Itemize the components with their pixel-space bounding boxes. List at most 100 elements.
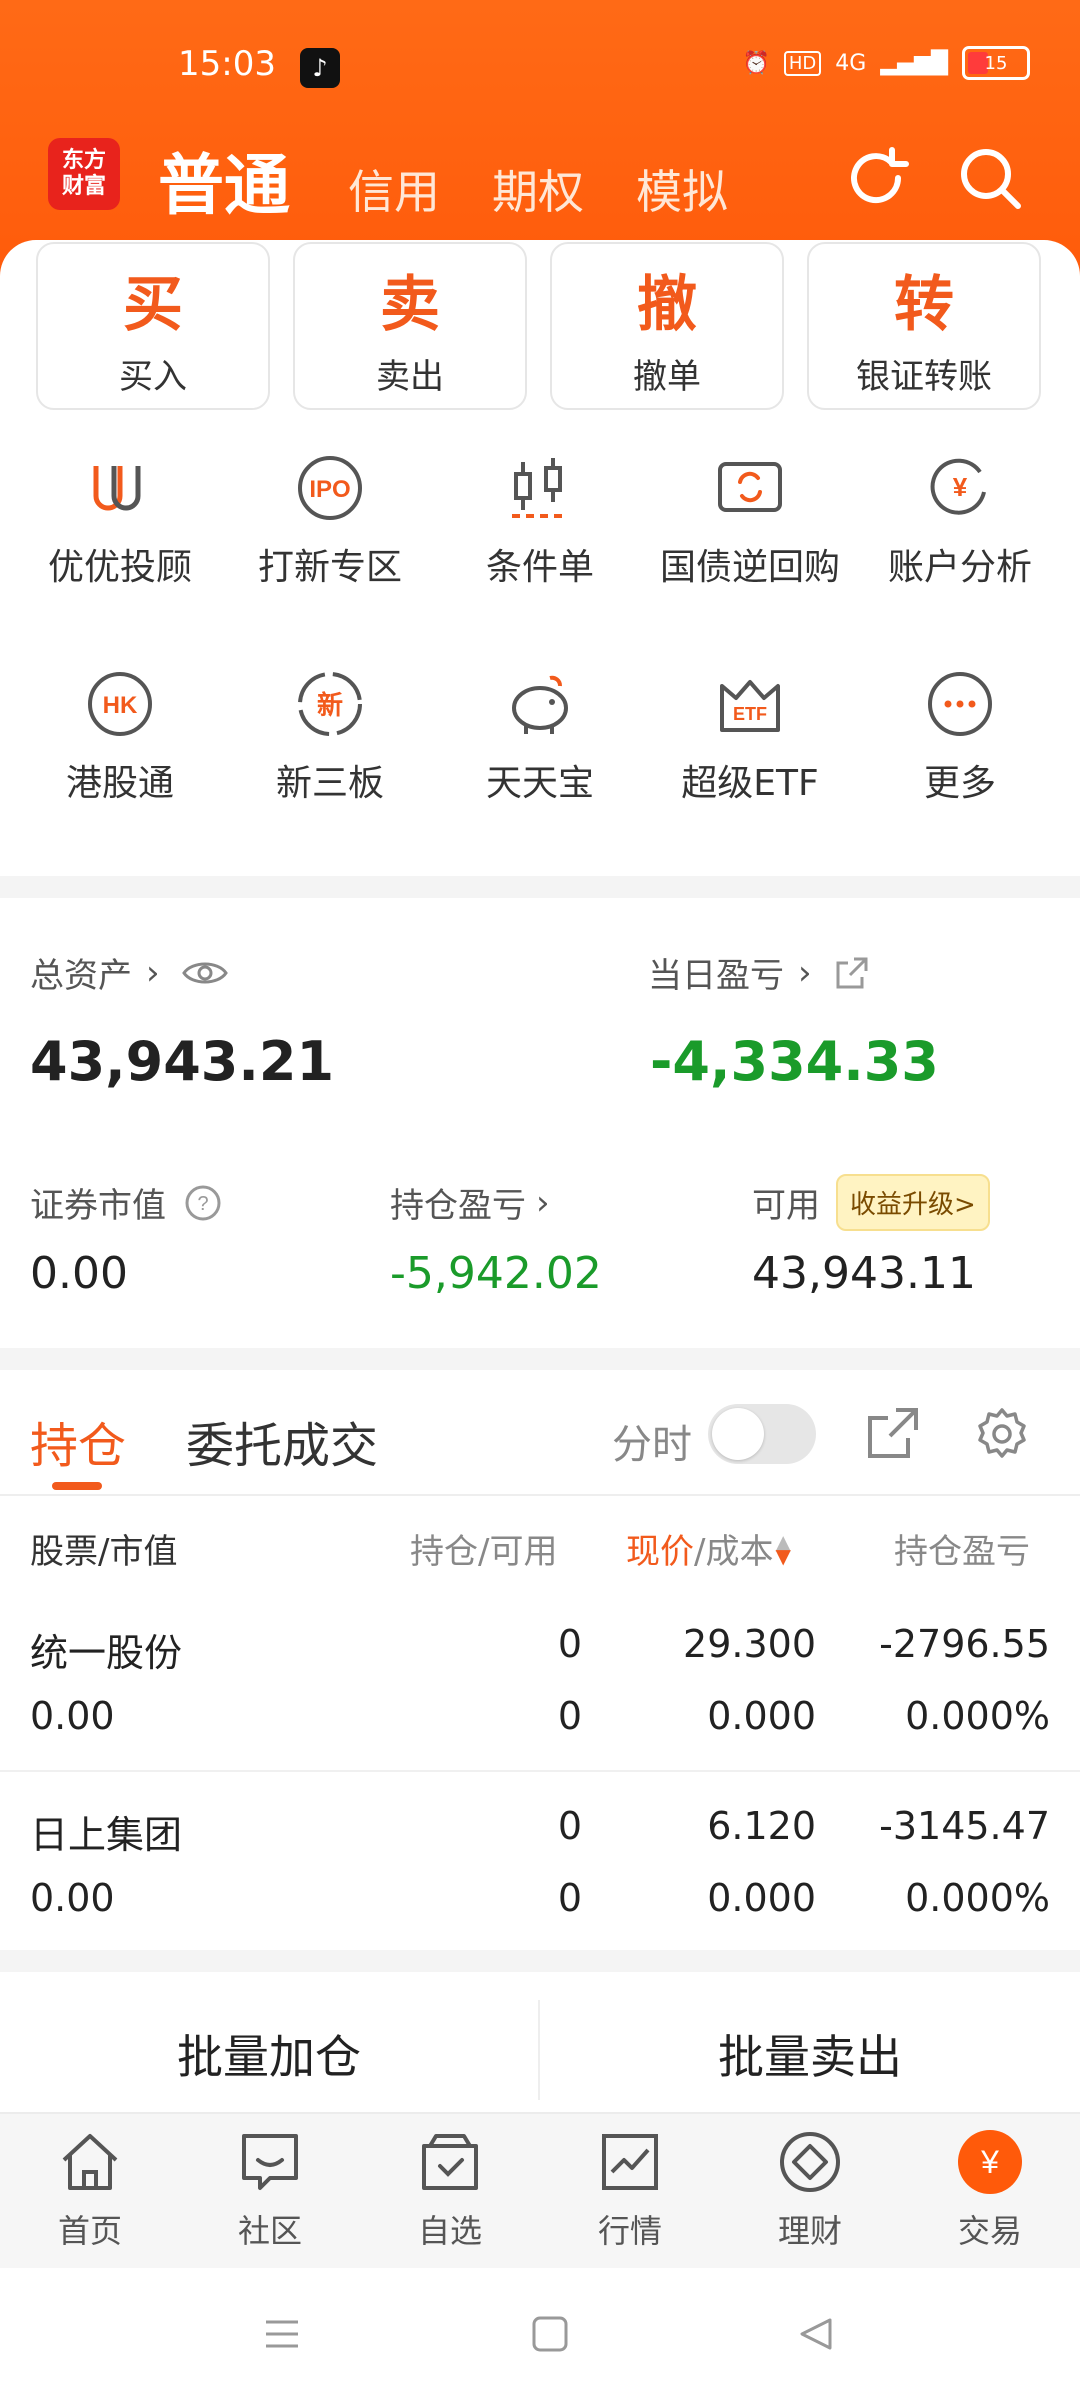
nav-watchlist[interactable]: 自选 [360,2128,540,2252]
stock-name: 统一股份 [30,1631,183,1675]
grid-item-tiantianbao[interactable]: 天天宝 [432,668,648,806]
sort-icon: ▲ ▼ [775,1529,791,1568]
help-icon[interactable]: ? [184,1184,222,1222]
total-assets-value: 43,943.21 [30,1030,335,1093]
buy-button[interactable]: 买 买入 [36,242,270,410]
etf-crown-icon: ETF [720,680,780,732]
tab-indicator [52,1482,102,1490]
share-icon[interactable] [834,955,870,991]
battery-icon: 15 [962,46,1030,80]
batch-sell-button[interactable]: 批量卖出 [540,1984,1080,2124]
stock-price: 6.120 [707,1804,816,1848]
grid-item-advisor[interactable]: 优优投顾 [12,452,228,590]
tab-normal[interactable]: 普通 [158,132,290,228]
svg-text:¥: ¥ [980,2144,999,2180]
total-assets-link[interactable]: 总资产 › [30,948,228,997]
stock-cost: 0.000 [707,1694,816,1738]
stock-cost: 0.000 [707,1876,816,1920]
chevron-right-icon: › [536,1182,550,1223]
piggy-bank-icon [512,675,568,734]
grid-item-account-analysis[interactable]: ¥ 账户分析 [852,452,1068,590]
search-icon[interactable] [956,144,1024,212]
col-header-qty: 持仓/可用 [410,1532,558,1572]
home-square-icon[interactable] [530,2314,570,2354]
position-pl-link[interactable]: 持仓盈亏 › [390,1178,550,1227]
more-icon [928,672,992,736]
market-value: 0.00 [30,1248,128,1299]
eye-icon[interactable] [181,958,228,988]
ipo-icon: IPO [298,456,362,520]
chevron-right-icon: › [146,952,160,993]
col-header-stock: 股票/市值 [30,1532,178,1572]
new-board-icon: 新 [298,672,362,736]
sell-button[interactable]: 卖 卖出 [293,242,527,410]
stock-pl: -2796.55 [879,1622,1050,1666]
settings-gear-icon[interactable] [972,1404,1032,1464]
cancel-order-button[interactable]: 撤 撤单 [550,242,784,410]
grid-item-more[interactable]: 更多 [852,668,1068,806]
stock-value: 0.00 [30,1694,115,1738]
uu-icon [93,466,141,511]
stock-hold: 0 [557,1804,582,1848]
available-label: 可用 收益升级> [752,1174,990,1231]
section-divider [0,1950,1080,1972]
nav-wealth[interactable]: 理财 [720,2128,900,2252]
grid-item-new-third-board[interactable]: 新 新三板 [222,668,438,806]
grid-item-conditional-order[interactable]: 条件单 [432,452,648,590]
timeshare-toggle[interactable] [708,1404,816,1464]
grid-item-ipo[interactable]: IPO 打新专区 [222,452,438,590]
nav-community[interactable]: 社区 [180,2128,360,2252]
account-analysis-icon: ¥ [930,458,986,515]
stock-pl-pct: 0.000% [905,1694,1050,1738]
hk-icon: HK [88,672,152,736]
stock-value: 0.00 [30,1876,115,1920]
back-icon[interactable] [796,2314,836,2354]
tab-options[interactable]: 期权 [492,156,584,222]
section-divider [0,876,1080,898]
col-header-price[interactable]: 现价 /成本 ▲ ▼ [626,1524,791,1573]
tab-simulated[interactable]: 模拟 [636,156,728,222]
timeshare-label: 分时 [612,1422,692,1468]
nav-trade[interactable]: ¥ 交易 [900,2128,1080,2252]
trade-icon: ¥ [958,2130,1022,2194]
menu-icon[interactable] [262,2314,302,2354]
tab-orders[interactable]: 委托成交 [186,1406,378,1476]
svg-text:IPO: IPO [309,476,350,503]
stock-pl: -3145.47 [879,1804,1050,1848]
nav-home[interactable]: 首页 [0,2128,180,2252]
nav-market[interactable]: 行情 [540,2128,720,2252]
chart-icon [602,2134,658,2190]
bank-transfer-button[interactable]: 转 银证转账 [807,242,1041,410]
stock-name: 日上集团 [30,1813,183,1857]
chevron-right-icon: › [798,952,812,993]
grid-item-reverse-repo[interactable]: 国债逆回购 [642,452,858,590]
svg-text:新: 新 [317,690,343,721]
tab-holdings[interactable]: 持仓 [30,1406,126,1476]
home-icon [62,2134,118,2190]
market-value-label: 证券市值 ? [30,1178,222,1227]
external-link-icon[interactable] [866,1406,920,1460]
watchlist-icon [422,2134,478,2190]
svg-text:ETF: ETF [733,704,767,724]
hd-icon: HD [783,50,822,76]
available-value: 43,943.11 [752,1248,976,1299]
tab-credit[interactable]: 信用 [348,156,440,222]
batch-add-button[interactable]: 批量加仓 [0,1984,538,2124]
diamond-icon [780,2132,840,2192]
chat-icon [242,2134,298,2190]
section-divider [0,1348,1080,1370]
position-pl-value: -5,942.02 [390,1248,602,1299]
candlestick-icon [512,458,568,518]
grid-item-hk-connect[interactable]: HK 港股通 [12,668,228,806]
grid-item-super-etf[interactable]: ETF 超级ETF [642,668,858,806]
stock-avail: 0 [557,1694,582,1738]
tiktok-icon: ♪ [300,48,340,88]
network-label: 4G [835,50,867,76]
status-icons: ⏰ HD 4G ▂▄▆█ 15 [742,46,1030,80]
refresh-icon[interactable] [842,144,910,212]
daily-pl-link[interactable]: 当日盈亏 › [648,948,870,997]
svg-text:?: ? [197,1193,208,1215]
upgrade-badge[interactable]: 收益升级> [836,1174,990,1231]
app-logo[interactable]: 东方财富 [48,138,120,210]
daily-pl-value: -4,334.33 [650,1030,939,1093]
